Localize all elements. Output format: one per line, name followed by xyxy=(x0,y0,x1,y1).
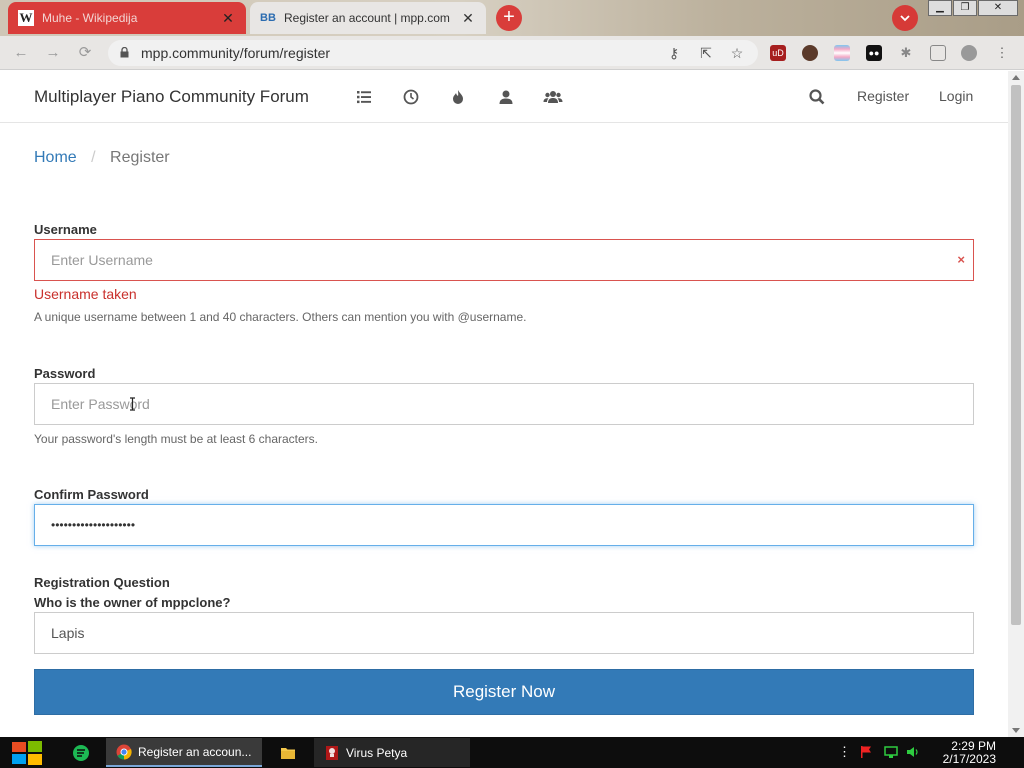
app-green-icon[interactable] xyxy=(72,744,90,762)
scroll-up-icon[interactable] xyxy=(1012,75,1020,80)
browser-tab-strip: W Muhe - Wikipedija ✕ BB Register an acc… xyxy=(0,0,1024,36)
username-label: Username xyxy=(34,222,97,237)
confirm-password-input[interactable]: •••••••••••••••••••• xyxy=(34,504,974,546)
back-arrow-icon[interactable]: ← xyxy=(10,42,32,64)
tray-overflow-icon[interactable]: ⋮ xyxy=(838,744,851,760)
taskbar-clock[interactable]: 2:29 PM 2/17/2023 xyxy=(943,740,996,766)
login-link[interactable]: Login xyxy=(939,88,973,104)
list-icon[interactable] xyxy=(354,87,374,107)
tab-title: Muhe - Wikipedija xyxy=(42,11,138,25)
address-bar[interactable]: mpp.community/forum/register ⚷ ⇱ ☆ xyxy=(108,40,758,66)
register-link[interactable]: Register xyxy=(857,88,909,104)
taskbar-item-chrome[interactable]: Register an accoun... xyxy=(106,738,262,767)
minimize-button[interactable]: ▁ xyxy=(928,0,952,16)
fire-icon[interactable] xyxy=(448,87,468,107)
share-icon[interactable]: ⇱ xyxy=(697,44,715,62)
password-input[interactable]: Enter Password xyxy=(34,383,974,425)
register-now-button[interactable]: Register Now xyxy=(34,669,974,715)
taskbar-item-petya[interactable]: Virus Petya xyxy=(314,738,470,767)
clock-date: 2/17/2023 xyxy=(942,752,996,766)
username-help: A unique username between 1 and 40 chara… xyxy=(34,310,527,324)
puzzle-icon[interactable]: ✱ xyxy=(898,45,914,61)
user-icon[interactable] xyxy=(496,87,516,107)
close-icon[interactable]: ✕ xyxy=(220,10,236,27)
tab-title: Register an account | mpp.com xyxy=(284,11,450,25)
network-icon[interactable] xyxy=(884,745,898,759)
breadcrumb-current: Register xyxy=(110,149,170,166)
folder-icon xyxy=(281,747,295,759)
lock-icon xyxy=(120,47,129,58)
taskbar-item-label: Virus Petya xyxy=(346,745,408,760)
nodebb-icon: BB xyxy=(260,12,276,24)
windows-start-icon[interactable] xyxy=(10,740,44,766)
window-close-button[interactable]: ✕ xyxy=(978,0,1018,16)
registration-question-prompt: Who is the owner of mppclone? xyxy=(34,595,231,610)
chrome-icon xyxy=(116,744,132,760)
sidepanel-icon[interactable] xyxy=(930,45,946,61)
confirm-password-value: •••••••••••••••••••• xyxy=(51,518,136,532)
flag-extension-icon[interactable] xyxy=(834,45,850,61)
close-icon[interactable]: ✕ xyxy=(460,10,476,27)
username-error: Username taken xyxy=(34,286,137,302)
confirm-password-label: Confirm Password xyxy=(34,487,149,502)
ublock-icon[interactable]: uD xyxy=(770,45,786,61)
scroll-down-icon[interactable] xyxy=(1012,728,1020,733)
site-brand[interactable]: Multiplayer Piano Community Forum xyxy=(34,87,309,107)
menu-dots-icon[interactable]: ⋮ xyxy=(994,45,1010,61)
volume-icon[interactable] xyxy=(906,745,920,759)
site-header: Multiplayer Piano Community Forum Regist… xyxy=(0,71,1008,123)
registration-answer-input[interactable]: Lapis xyxy=(34,612,974,654)
breadcrumb-home[interactable]: Home xyxy=(34,149,77,166)
page-scrollbar[interactable] xyxy=(1008,71,1024,737)
tab-register[interactable]: BB Register an account | mpp.com ✕ xyxy=(250,2,486,34)
forward-arrow-icon[interactable]: → xyxy=(42,42,64,64)
chevron-down-icon xyxy=(900,15,910,22)
username-placeholder: Enter Username xyxy=(51,252,153,268)
extension-avatar-icon[interactable] xyxy=(802,45,818,61)
taskbar-item-label: Register an accoun... xyxy=(138,744,252,759)
flag-icon[interactable] xyxy=(859,745,873,759)
scrollbar-thumb[interactable] xyxy=(1011,85,1021,625)
users-icon[interactable] xyxy=(543,87,563,107)
web-page: Multiplayer Piano Community Forum Regist… xyxy=(0,71,1008,737)
registration-question-label: Registration Question xyxy=(34,575,170,590)
registration-answer-value: Lapis xyxy=(51,625,85,641)
breadcrumb: Home / Register xyxy=(34,149,170,167)
text-cursor-icon xyxy=(130,397,135,411)
breadcrumb-separator: / xyxy=(91,149,96,166)
star-icon[interactable]: ☆ xyxy=(728,44,746,62)
new-tab-button[interactable]: + xyxy=(496,5,522,31)
petya-icon xyxy=(326,745,338,760)
wikipedia-icon: W xyxy=(18,10,34,26)
address-url: mpp.community/forum/register xyxy=(141,45,331,61)
error-x-icon: × xyxy=(957,252,965,267)
browser-toolbar: ← → ⟳ mpp.community/forum/register ⚷ ⇱ ☆… xyxy=(0,36,1024,70)
clock-icon[interactable] xyxy=(401,87,421,107)
username-input[interactable]: Enter Username × xyxy=(34,239,974,281)
tab-search-button[interactable] xyxy=(892,5,918,31)
key-icon[interactable]: ⚷ xyxy=(665,44,683,62)
extension-dark-icon[interactable]: ●● xyxy=(866,45,882,61)
password-help: Your password's length must be at least … xyxy=(34,432,318,446)
taskbar-item-explorer[interactable] xyxy=(270,738,310,767)
windows-taskbar: Register an accoun... Virus Petya ⋮ 2:29… xyxy=(0,737,1024,768)
restore-button[interactable]: ❐ xyxy=(953,0,977,16)
profile-icon[interactable] xyxy=(961,45,977,61)
search-icon[interactable] xyxy=(807,87,827,107)
tab-wikipedia[interactable]: W Muhe - Wikipedija ✕ xyxy=(8,2,246,34)
password-label: Password xyxy=(34,366,96,381)
reload-icon[interactable]: ⟳ xyxy=(74,42,96,64)
